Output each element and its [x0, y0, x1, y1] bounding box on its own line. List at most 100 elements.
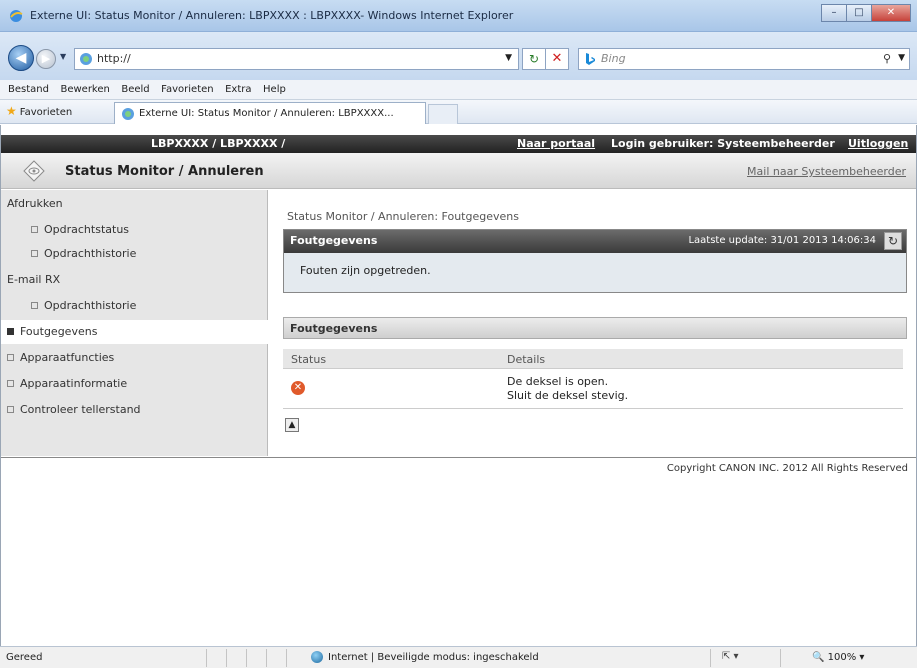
sidebar-item-email-rx[interactable]: E-mail RX: [1, 268, 268, 292]
error-message: Fouten zijn opgetreden.: [300, 264, 431, 277]
favorites-label: Favorieten: [19, 107, 73, 118]
protected-mode-icon[interactable]: ⇱ ▾: [722, 651, 739, 662]
bing-icon: [586, 53, 595, 65]
sidebar-item-counter-check[interactable]: Controleer tellerstand: [1, 398, 268, 422]
menu-edit[interactable]: Bewerken: [56, 80, 113, 95]
sidebar: Afdrukken Opdrachtstatus Opdrachthistori…: [1, 190, 268, 456]
header-band: LBPXXXX / LBPXXXX / Naar portaal Login g…: [1, 135, 916, 153]
bullet-icon: [7, 328, 14, 335]
page-content: LBPXXXX / LBPXXXX / Naar portaal Login g…: [0, 125, 917, 646]
error-icon: ✕: [291, 381, 305, 395]
sidebar-item-label: Apparaatinformatie: [20, 377, 128, 390]
address-dropdown-icon[interactable]: ▼: [505, 53, 512, 63]
sidebar-item-label: Opdrachthistorie: [44, 247, 137, 260]
page-icon: [80, 53, 92, 65]
scroll-top-icon[interactable]: ▲: [285, 418, 299, 432]
zoom-level[interactable]: 🔍 100% ▾: [812, 652, 864, 663]
sidebar-item-job-history[interactable]: Opdrachthistorie: [1, 242, 268, 266]
mail-admin-link[interactable]: Mail naar Systeembeheerder: [747, 165, 906, 178]
panel-title: Foutgegevens: [290, 234, 378, 247]
column-status: Status: [291, 353, 327, 366]
sidebar-item-device-info[interactable]: Apparaatinformatie: [1, 372, 268, 396]
search-dropdown-icon[interactable]: ▼: [898, 53, 905, 63]
address-toolbar: ◀ ▶ ▼ http:// ▼ ↻ ✕ Bing ⚲ ▼: [0, 32, 917, 80]
search-placeholder: Bing: [601, 52, 626, 65]
minimize-button[interactable]: –: [821, 4, 847, 22]
new-tab-button[interactable]: [428, 104, 458, 124]
menu-help[interactable]: Help: [259, 80, 290, 95]
address-bar[interactable]: http:// ▼: [74, 48, 519, 70]
divider: [710, 649, 711, 667]
browser-tab[interactable]: Externe UI: Status Monitor / Annuleren: …: [114, 102, 426, 124]
search-input[interactable]: Bing ⚲ ▼: [578, 48, 910, 70]
search-icon[interactable]: ⚲: [883, 52, 891, 65]
divider: [1, 457, 916, 458]
error-status-panel: Foutgegevens Laatste update: 31/01 2013 …: [283, 229, 907, 293]
close-button[interactable]: ✕: [871, 4, 911, 22]
sidebar-item-error-info[interactable]: Foutgegevens: [1, 320, 268, 344]
window-title-bar: Externe UI: Status Monitor / Annuleren: …: [0, 0, 917, 32]
divider: [206, 649, 207, 667]
device-name: LBPXXXX / LBPXXXX /: [151, 137, 286, 150]
sidebar-item-label: Afdrukken: [7, 197, 63, 210]
url-text[interactable]: http://: [97, 52, 131, 65]
history-dropdown-icon[interactable]: ▼: [60, 52, 66, 61]
table-header: Status Details: [283, 349, 903, 369]
page-icon: [122, 108, 134, 120]
sidebar-item-job-status[interactable]: Opdrachtstatus: [1, 218, 268, 242]
panel-header: Foutgegevens Laatste update: 31/01 2013 …: [284, 230, 906, 253]
sidebar-item-label: E-mail RX: [7, 273, 61, 286]
maximize-button[interactable]: □: [846, 4, 872, 22]
menu-tools[interactable]: Extra: [221, 80, 255, 95]
divider: [246, 649, 247, 667]
bullet-icon: [31, 302, 38, 309]
menu-file[interactable]: Bestand: [4, 80, 53, 95]
portal-link[interactable]: Naar portaal: [517, 137, 595, 150]
column-details: Details: [507, 353, 546, 366]
status-bar: Gereed Internet | Beveiligde modus: inge…: [0, 646, 917, 668]
section-title: Foutgegevens: [290, 322, 378, 335]
title-strip: Status Monitor / Annuleren Mail naar Sys…: [1, 153, 916, 189]
divider: [780, 649, 781, 667]
globe-icon: [311, 651, 323, 663]
menu-view[interactable]: Beeld: [117, 80, 153, 95]
sidebar-item-device-functions[interactable]: Apparaatfuncties: [1, 346, 268, 370]
bullet-icon: [7, 380, 14, 387]
table-row: ✕ De deksel is open. Sluit de deksel ste…: [283, 371, 903, 409]
favorites-button[interactable]: ★ Favorieten: [6, 104, 72, 118]
menu-favorites[interactable]: Favorieten: [157, 80, 217, 95]
zoom-value: 100%: [827, 652, 857, 663]
sidebar-item-label: Apparaatfuncties: [20, 351, 115, 364]
copyright: Copyright CANON INC. 2012 All Rights Res…: [666, 463, 908, 474]
last-update: Laatste update: 31/01 2013 14:06:34: [688, 235, 876, 246]
detail-line: Sluit de deksel stevig.: [507, 389, 629, 402]
forward-button[interactable]: ▶: [36, 49, 56, 69]
divider: [286, 649, 287, 667]
bullet-icon: [31, 250, 38, 257]
menu-bar: Bestand Bewerken Beeld Favorieten Extra …: [0, 80, 917, 100]
sidebar-item-email-job-history[interactable]: Opdrachthistorie: [1, 294, 268, 318]
stop-icon[interactable]: ✕: [545, 48, 569, 70]
detail-line: De deksel is open.: [507, 375, 609, 388]
sidebar-item-print[interactable]: Afdrukken: [1, 192, 268, 216]
internet-explorer-icon: [10, 10, 23, 22]
sidebar-item-label: Opdrachtstatus: [44, 223, 130, 236]
window-title: Externe UI: Status Monitor / Annuleren: …: [30, 9, 514, 22]
divider: [266, 649, 267, 667]
tab-label: Externe UI: Status Monitor / Annuleren: …: [139, 108, 394, 119]
bullet-icon: [31, 226, 38, 233]
star-icon: ★: [6, 104, 17, 118]
logout-link[interactable]: Uitloggen: [848, 137, 908, 150]
page-title: Status Monitor / Annuleren: [65, 164, 264, 179]
error-details-header: Foutgegevens: [283, 317, 907, 339]
security-zone[interactable]: Internet | Beveiligde modus: ingeschakel…: [328, 652, 539, 663]
favorites-bar: ★ Favorieten Externe UI: Status Monitor /…: [0, 100, 917, 124]
sidebar-item-label: Opdrachthistorie: [44, 299, 137, 312]
status-monitor-icon: [23, 160, 45, 182]
login-user: Login gebruiker: Systeembeheerder: [611, 137, 835, 150]
bullet-icon: [7, 406, 14, 413]
back-button[interactable]: ◀: [8, 45, 34, 71]
refresh-icon[interactable]: ↻: [884, 232, 902, 250]
refresh-icon[interactable]: ↻: [522, 48, 546, 70]
breadcrumb: Status Monitor / Annuleren: Foutgegevens: [287, 210, 519, 223]
